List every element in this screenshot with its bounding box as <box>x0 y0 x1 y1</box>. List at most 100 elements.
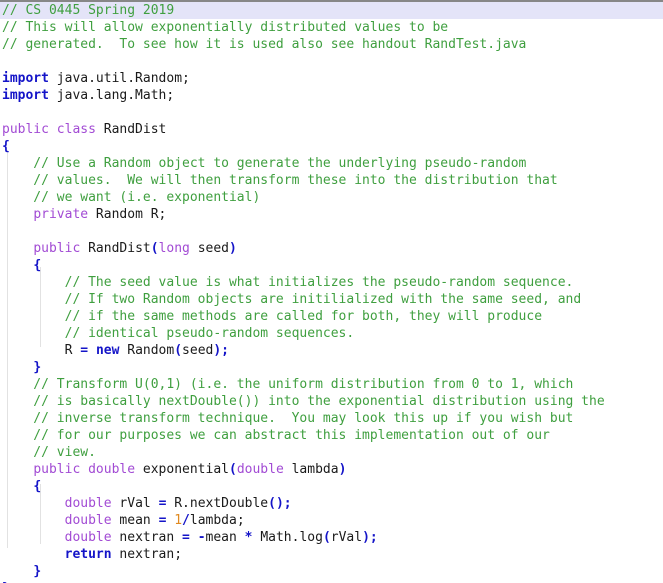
code-line[interactable]: // we want (i.e. exponential) <box>0 189 663 206</box>
code-token-kw: private <box>33 207 89 222</box>
code-token-id: R.nextDouble <box>166 496 269 511</box>
code-line[interactable]: // view. <box>0 444 663 461</box>
code-line[interactable]: double mean = 1/lambda; <box>0 512 663 529</box>
code-token-id: Math.log <box>252 530 323 545</box>
code-token-kw: double <box>236 462 284 477</box>
code-token-kwb: import <box>2 88 49 103</box>
code-token-id: rVal <box>330 530 363 545</box>
code-token-cmt: // Use a Random object to generate the u… <box>2 156 527 171</box>
code-token-op: / <box>182 513 190 528</box>
code-line[interactable]: // If two Random objects are initilializ… <box>0 291 663 308</box>
code-token-kw: public class <box>2 122 96 137</box>
code-line[interactable]: // Transform U(0,1) (i.e. the uniform di… <box>0 376 663 393</box>
code-token-id <box>2 258 33 273</box>
code-token-id: exponential <box>135 462 229 477</box>
code-line[interactable]: public RandDist(long seed) <box>0 240 663 257</box>
code-token-id: java.lang.Math; <box>48 88 175 103</box>
code-token-kw: double <box>64 496 112 511</box>
code-token-id <box>2 479 33 494</box>
code-line[interactable]: // is basically nextDouble()) into the e… <box>0 393 663 410</box>
code-line[interactable]: // generated. To see how it is used also… <box>0 36 663 53</box>
code-token-op: ( <box>322 530 331 545</box>
code-line[interactable]: { <box>0 478 663 495</box>
code-token-op: ); <box>362 530 378 545</box>
code-token-id: nextran; <box>111 547 183 562</box>
code-token-kwb: return <box>64 547 112 562</box>
code-editor[interactable]: // CS 0445 Spring 2019 // This will allow… <box>0 0 663 583</box>
code-line[interactable]: // CS 0445 Spring 2019 <box>0 2 663 19</box>
code-token-cmt: // If two Random objects are initilializ… <box>2 292 582 307</box>
code-token-cmt: // This will allow exponentially distrib… <box>2 20 449 35</box>
code-line[interactable]: public double exponential(double lambda) <box>0 461 663 478</box>
code-line[interactable]: // The seed value is what initializes th… <box>0 274 663 291</box>
code-line[interactable]: { <box>0 138 663 155</box>
code-line[interactable] <box>0 104 663 121</box>
code-token-cmt: // Transform U(0,1) (i.e. the uniform di… <box>2 377 574 392</box>
code-token-num: 1 <box>174 513 183 528</box>
code-line[interactable] <box>0 53 663 70</box>
code-token-kw: public double <box>33 462 136 477</box>
code-token-id <box>88 343 96 358</box>
code-line[interactable]: // if the same methods are called for bo… <box>0 308 663 325</box>
code-line[interactable] <box>0 223 663 240</box>
code-token-id <box>2 513 65 528</box>
code-token-id: nextran <box>111 530 183 545</box>
code-token-id: seed <box>189 241 230 256</box>
code-token-id <box>2 462 33 477</box>
code-token-op: - <box>197 530 206 545</box>
code-token-id: RandDist <box>80 241 151 256</box>
code-line[interactable]: R = new Random(seed); <box>0 342 663 359</box>
code-token-id: lambda; <box>189 513 245 528</box>
code-token-op: ( <box>174 343 183 358</box>
code-token-op: } <box>33 564 42 579</box>
code-token-kwb: new <box>95 343 120 358</box>
code-line[interactable]: // values. We will then transform these … <box>0 172 663 189</box>
code-token-cmt: // values. We will then transform these … <box>2 173 558 188</box>
code-text-area[interactable]: // CS 0445 Spring 2019 // This will allow… <box>0 2 663 583</box>
code-token-id: seed <box>182 343 214 358</box>
code-token-op: ) <box>338 462 347 477</box>
code-token-id: mean <box>205 530 245 545</box>
code-token-id <box>2 207 33 222</box>
code-line[interactable]: double rVal = R.nextDouble(); <box>0 495 663 512</box>
code-token-id: java.util.Random; <box>48 71 190 86</box>
code-token-id <box>190 530 198 545</box>
code-token-op: ); <box>213 343 230 358</box>
code-token-id <box>2 530 65 545</box>
code-token-cmt: // we want (i.e. exponential) <box>2 190 261 205</box>
code-token-id: mean <box>111 513 159 528</box>
code-token-id: Random R; <box>88 207 167 222</box>
code-line[interactable]: // inverse transform technique. You may … <box>0 410 663 427</box>
code-token-cmt: // CS 0445 Spring 2019 <box>2 3 175 18</box>
code-line[interactable]: import java.util.Random; <box>0 70 663 87</box>
code-token-cmt: // view. <box>2 445 96 460</box>
code-line[interactable]: // identical pseudo-random sequences. <box>0 325 663 342</box>
code-token-id <box>2 360 33 375</box>
code-token-kw: public <box>33 241 81 256</box>
code-token-cmt: // generated. To see how it is used also… <box>2 37 527 52</box>
code-token-id: rVal <box>111 496 159 511</box>
code-token-op: { <box>33 479 42 494</box>
code-token-op: * <box>244 530 253 545</box>
code-line[interactable]: return nextran; <box>0 546 663 563</box>
code-token-cmt: // for our purposes we can abstract this… <box>2 428 550 443</box>
code-line[interactable]: } <box>0 563 663 580</box>
code-line[interactable]: // This will allow exponentially distrib… <box>0 19 663 36</box>
code-token-op: ( <box>228 462 237 477</box>
code-line[interactable]: public class RandDist <box>0 121 663 138</box>
code-token-cmt: // identical pseudo-random sequences. <box>2 326 355 341</box>
code-token-id: Random <box>119 343 175 358</box>
code-token-op: (); <box>268 496 292 511</box>
code-line[interactable]: { <box>0 257 663 274</box>
code-line[interactable]: double nextran = -mean * Math.log(rVal); <box>0 529 663 546</box>
code-token-kw: double <box>64 513 112 528</box>
code-line[interactable]: private Random R; <box>0 206 663 223</box>
code-line[interactable]: import java.lang.Math; <box>0 87 663 104</box>
code-token-id: RandDist <box>95 122 167 137</box>
code-line[interactable]: // for our purposes we can abstract this… <box>0 427 663 444</box>
code-token-op: ) <box>229 241 237 256</box>
code-line[interactable]: // Use a Random object to generate the u… <box>0 155 663 172</box>
code-token-id <box>2 496 65 511</box>
code-token-op: = <box>182 530 190 545</box>
code-line[interactable]: } <box>0 359 663 376</box>
